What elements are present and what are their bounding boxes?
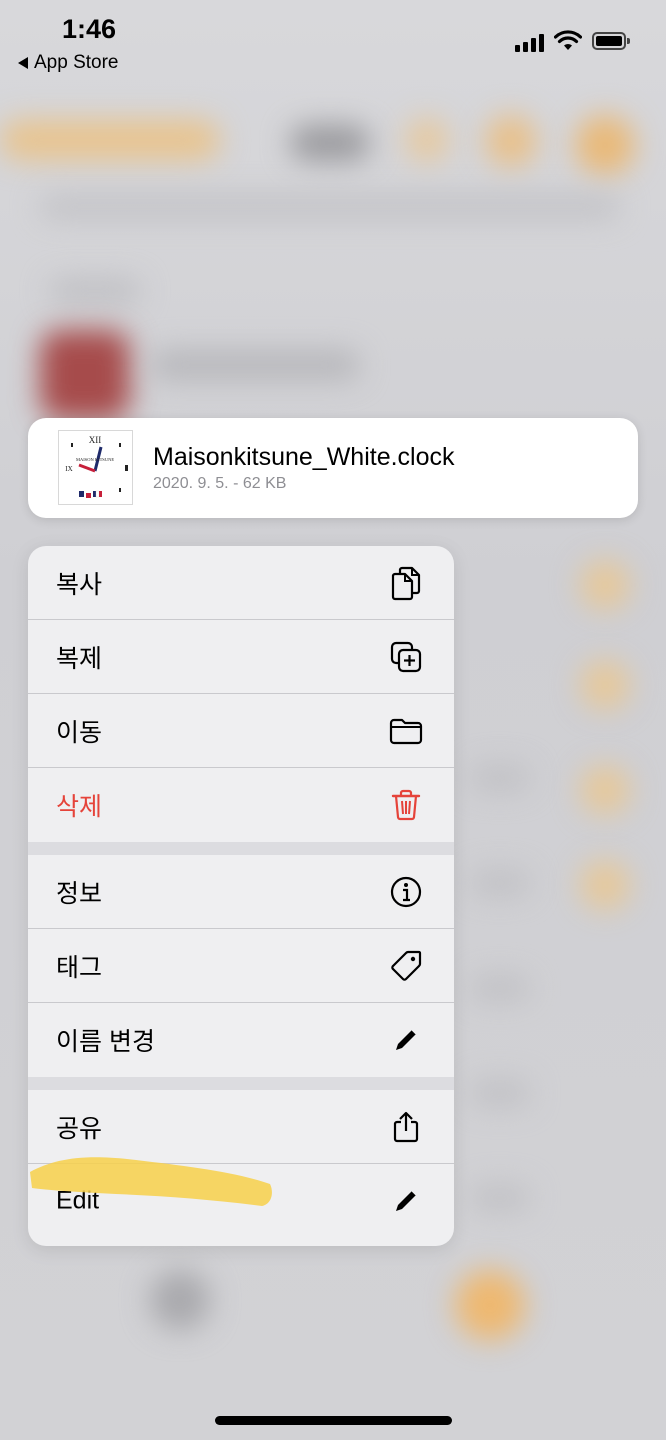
menu-separator: [28, 842, 454, 855]
file-name: Maisonkitsune_White.clock: [153, 443, 455, 471]
bg-blob: [580, 660, 630, 710]
file-meta: 2020. 9. 5. - 62 KB: [153, 475, 287, 492]
pencil-icon: [396, 1029, 417, 1050]
file-preview-card: XII IX MAISON KITSUNE Maisonkitsune_Whit…: [28, 418, 638, 518]
menu-item-duplicate[interactable]: 복제: [28, 620, 454, 694]
menu-separator: [28, 1077, 454, 1090]
bg-blob: [455, 1270, 525, 1340]
status-time: 1:46: [62, 14, 117, 44]
battery-icon: [592, 32, 630, 50]
bg-blob: [470, 1080, 530, 1106]
bg-blob: [50, 280, 140, 302]
menu-item-move[interactable]: 이동: [28, 694, 454, 768]
menu-item-label: 이름 변경: [56, 1028, 155, 1056]
bg-blob: [580, 860, 630, 910]
back-label: App Store: [34, 52, 119, 73]
bg-blob: [405, 118, 449, 162]
menu-item-copy[interactable]: 복사: [28, 546, 454, 620]
menu-item-tag[interactable]: 태그: [28, 929, 454, 1003]
folder-icon: [389, 718, 423, 744]
trash-icon: [391, 789, 421, 821]
clock-face-icon: XII IX MAISON KITSUNE: [65, 435, 128, 498]
bg-blob: [575, 115, 635, 175]
bg-blob: [580, 765, 630, 815]
back-to-app-store[interactable]: App Store: [18, 52, 119, 74]
menu-item-label: 공유: [56, 1114, 103, 1143]
menu-item-rename[interactable]: 이름 변경: [28, 1003, 454, 1077]
pencil-icon: [396, 1190, 417, 1211]
bg-blob: [150, 350, 360, 380]
back-arrow-icon: [18, 57, 28, 69]
menu-item-label: 정보: [56, 879, 103, 908]
wifi-icon: [554, 30, 582, 50]
context-menu: 복사 복제 이동 삭제 정보 태그 이름 변경 공유 Edit: [28, 546, 454, 1246]
clock-thumbnail: XII IX MAISON KITSUNE: [58, 430, 133, 505]
bg-blob: [470, 870, 530, 896]
bg-blob: [150, 1270, 210, 1330]
bg-blob: [0, 120, 220, 160]
bg-blob: [470, 765, 530, 791]
menu-item-label: 이동: [56, 718, 103, 747]
copy-icon: [391, 566, 421, 600]
menu-item-label: 복사: [56, 570, 103, 599]
menu-item-delete[interactable]: 삭제: [28, 768, 454, 842]
bg-blob: [40, 330, 130, 420]
bg-blob: [40, 195, 620, 219]
highlighter-mark: [30, 1157, 272, 1206]
menu-item-label: 삭제: [56, 793, 103, 821]
bg-blob: [580, 560, 630, 610]
status-bar: 1:46 App Store: [0, 0, 666, 90]
cellular-signal-icon: [515, 34, 544, 52]
thumbnail-brand: MAISON KITSUNE: [76, 457, 114, 462]
bg-blob: [470, 975, 530, 1001]
bg-blob: [470, 1185, 530, 1211]
tag-icon: [391, 950, 422, 981]
menu-item-label: 태그: [56, 953, 103, 982]
home-indicator[interactable]: [215, 1416, 452, 1425]
svg-text:XII: XII: [89, 435, 102, 445]
duplicate-icon: [390, 641, 422, 672]
bg-blob: [485, 115, 537, 167]
svg-text:IX: IX: [65, 465, 72, 473]
menu-item-info[interactable]: 정보: [28, 855, 454, 929]
bg-blob: [290, 125, 370, 161]
info-icon: [390, 876, 422, 907]
share-icon: [393, 1111, 419, 1142]
menu-item-label: 복제: [56, 644, 103, 673]
